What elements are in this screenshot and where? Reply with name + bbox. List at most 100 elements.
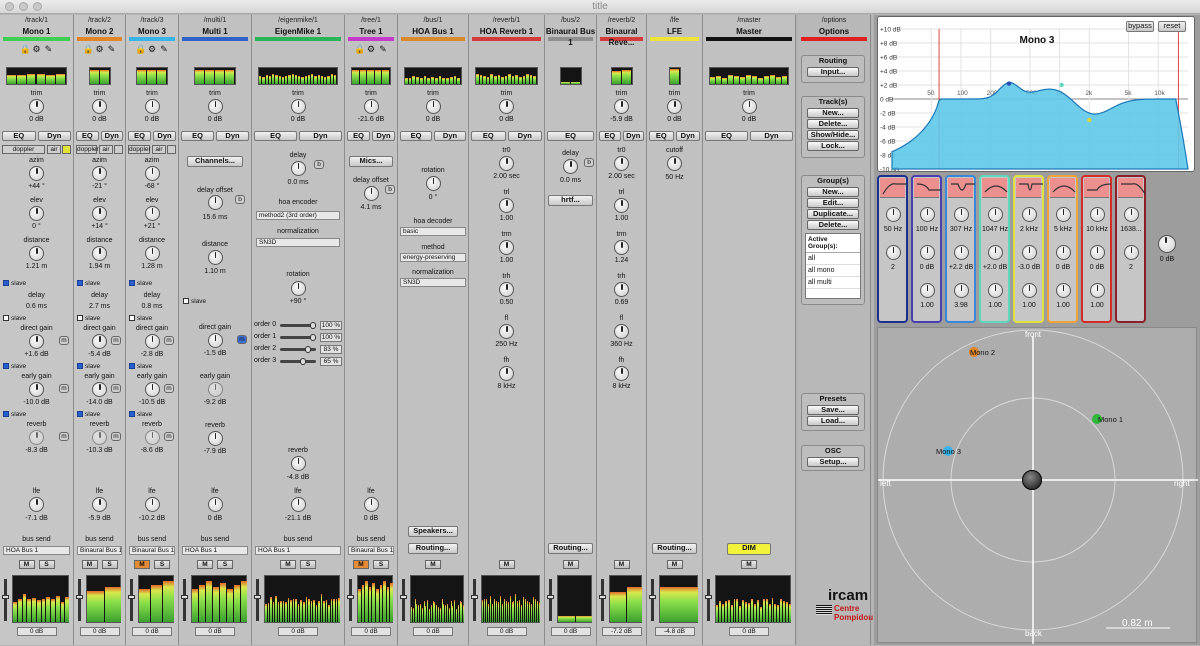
eq-button[interactable]: EQ bbox=[471, 131, 506, 141]
eq-band-gain-knob[interactable] bbox=[885, 245, 901, 260]
mute-button[interactable]: M bbox=[425, 560, 441, 569]
tr0-knob[interactable] bbox=[614, 156, 629, 171]
eq-band[interactable]: 100 Hz 0 dB 1.00 bbox=[911, 175, 942, 323]
delay-knob[interactable] bbox=[290, 161, 306, 176]
slave-box[interactable] bbox=[3, 363, 9, 370]
eq-button[interactable]: EQ bbox=[347, 131, 370, 141]
dim-button[interactable]: DIM bbox=[727, 543, 771, 555]
eq-band-type-button[interactable] bbox=[1050, 178, 1076, 198]
slave-checkbox[interactable]: slave bbox=[3, 411, 26, 418]
output-fader-thumb[interactable] bbox=[2, 595, 9, 599]
eq-band-freq-knob[interactable] bbox=[1021, 207, 1037, 222]
eq-band-freq-knob[interactable] bbox=[1123, 207, 1139, 222]
slave-box[interactable] bbox=[77, 363, 83, 370]
eq-button[interactable]: EQ bbox=[2, 131, 36, 141]
eq-band-gain-knob[interactable] bbox=[953, 245, 969, 260]
mute-send-button[interactable]: m bbox=[111, 336, 121, 345]
lfe-knob[interactable] bbox=[290, 497, 306, 512]
group-item[interactable]: all mono bbox=[806, 265, 860, 277]
track-new-button[interactable]: New... bbox=[807, 108, 859, 118]
output-fader-thumb[interactable] bbox=[181, 595, 188, 599]
trim-knob[interactable] bbox=[92, 99, 107, 114]
eq-band-freq-knob[interactable] bbox=[885, 207, 901, 222]
trim-knob[interactable] bbox=[425, 99, 441, 114]
mute-button[interactable]: M bbox=[353, 560, 369, 569]
dyn-button[interactable]: Dyn bbox=[434, 131, 466, 141]
group-item[interactable]: all bbox=[806, 253, 860, 265]
eq-band-q-knob[interactable] bbox=[1089, 283, 1105, 298]
eq-band-gain-knob[interactable] bbox=[1021, 245, 1037, 260]
bus-send-select[interactable]: HOA Bus 1 bbox=[255, 546, 341, 555]
listener-head-icon[interactable] bbox=[1022, 470, 1042, 490]
eq-button[interactable]: EQ bbox=[649, 131, 674, 141]
slave-box[interactable] bbox=[77, 280, 83, 287]
normalization-select[interactable]: SN3D bbox=[256, 238, 340, 247]
early-gain-knob[interactable] bbox=[144, 382, 160, 397]
order-slider[interactable] bbox=[280, 334, 316, 341]
lock-icon[interactable]: 🔒 bbox=[135, 44, 146, 54]
reverb-gain-knob[interactable] bbox=[92, 430, 107, 445]
eq-button[interactable]: EQ bbox=[400, 131, 432, 141]
bypass-delay-button[interactable]: b bbox=[584, 158, 594, 167]
output-fader-thumb[interactable] bbox=[547, 595, 554, 599]
hrtf-button[interactable]: hrtf... bbox=[548, 195, 593, 206]
eq-band-type-button[interactable] bbox=[948, 178, 975, 198]
bypass-delay-button[interactable]: b bbox=[235, 195, 245, 204]
order-slider-thumb[interactable] bbox=[310, 322, 316, 329]
output-fader-thumb[interactable] bbox=[400, 595, 407, 599]
tr0-knob[interactable] bbox=[499, 156, 514, 171]
elev-knob[interactable] bbox=[29, 206, 44, 221]
output-fader-track[interactable] bbox=[402, 579, 405, 621]
mute-button[interactable]: M bbox=[280, 560, 296, 569]
output-fader-thumb[interactable] bbox=[599, 595, 606, 599]
reverb-knob[interactable] bbox=[290, 456, 306, 471]
air-toggle[interactable]: air bbox=[99, 145, 113, 154]
output-fader-track[interactable] bbox=[651, 579, 654, 621]
lfe-knob[interactable] bbox=[363, 497, 379, 512]
order-slider-thumb[interactable] bbox=[304, 346, 311, 353]
order-slider-thumb[interactable] bbox=[310, 334, 316, 341]
bus-send-select[interactable]: HOA Bus 1 bbox=[182, 546, 248, 555]
zoom-window-button[interactable] bbox=[33, 2, 42, 11]
trim-knob[interactable] bbox=[207, 99, 223, 114]
lock-icon[interactable]: 🔒 bbox=[83, 44, 94, 54]
mute-send-button[interactable]: m bbox=[164, 432, 174, 441]
eq-response-curve[interactable] bbox=[891, 81, 1189, 170]
output-fader-track[interactable] bbox=[349, 579, 352, 621]
eq-band-freq-knob[interactable] bbox=[919, 207, 935, 222]
delay-offset-knob[interactable] bbox=[363, 186, 379, 201]
order-slider[interactable] bbox=[280, 346, 316, 353]
eq-band-gain-knob[interactable] bbox=[919, 245, 935, 260]
slave-box[interactable] bbox=[183, 298, 189, 305]
output-fader-track[interactable] bbox=[183, 579, 186, 621]
eq-band-gain-knob[interactable] bbox=[1123, 245, 1139, 260]
encoder-select[interactable]: method2 (3rd order) bbox=[256, 211, 340, 220]
method-select[interactable]: energy-preserving bbox=[400, 253, 466, 262]
output-fader-track[interactable] bbox=[473, 579, 476, 621]
mute-send-button[interactable]: m bbox=[111, 432, 121, 441]
order-slider-thumb[interactable] bbox=[299, 358, 306, 365]
eq-band-gain-knob[interactable] bbox=[1089, 245, 1105, 260]
solo-button[interactable]: S bbox=[373, 560, 389, 569]
group-delete-button[interactable]: Delete... bbox=[807, 220, 859, 230]
mute-send-button[interactable]: m bbox=[164, 336, 174, 345]
output-fader-track[interactable] bbox=[4, 579, 7, 621]
output-fader-track[interactable] bbox=[707, 579, 710, 621]
routing-button[interactable]: Routing... bbox=[408, 543, 458, 554]
eq-band-handle[interactable] bbox=[1006, 81, 1012, 86]
trim-knob[interactable] bbox=[499, 99, 514, 114]
bus-send-select[interactable]: HOA Bus 1 bbox=[3, 546, 70, 555]
output-fader-track[interactable] bbox=[256, 579, 259, 621]
eq-band-handle[interactable] bbox=[1087, 117, 1092, 123]
output-fader-track[interactable] bbox=[78, 579, 81, 621]
channels-button[interactable]: Channels... bbox=[187, 156, 243, 167]
trim-knob[interactable] bbox=[741, 99, 757, 114]
mute-button[interactable]: M bbox=[134, 560, 150, 569]
eq-band-q-knob[interactable] bbox=[953, 283, 969, 298]
air-toggle[interactable]: air bbox=[47, 145, 61, 154]
lfe-knob[interactable] bbox=[207, 497, 223, 512]
mute-send-button[interactable]: m bbox=[59, 384, 69, 393]
eq-bypass-button[interactable]: bypass bbox=[1126, 21, 1154, 32]
osc-setup-button[interactable]: Setup... bbox=[807, 457, 859, 467]
rotation-knob[interactable] bbox=[425, 176, 441, 191]
